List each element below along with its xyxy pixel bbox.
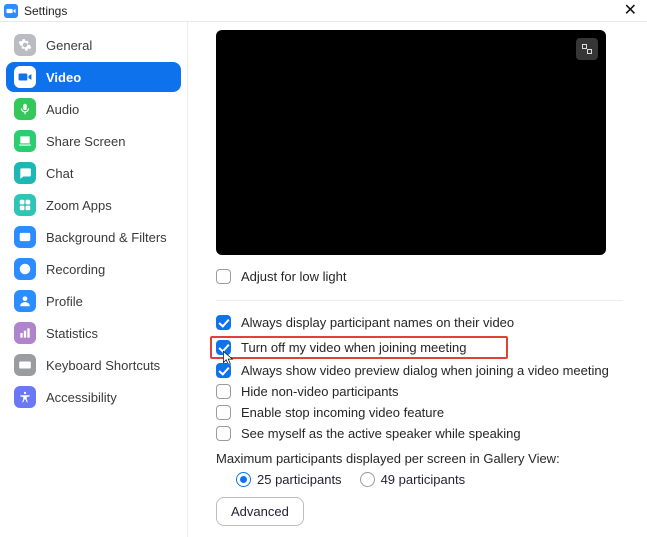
option-turn_off_video[interactable]: Turn off my video when joining meeting	[216, 340, 502, 355]
show_preview-label: Always show video preview dialog when jo…	[241, 363, 609, 378]
video-preview	[216, 30, 606, 255]
zoom-app-icon	[4, 4, 18, 18]
apps-icon	[14, 194, 36, 216]
a11y-icon	[14, 386, 36, 408]
sidebar-item-apps[interactable]: Zoom Apps	[6, 190, 181, 220]
sidebar-item-label: Audio	[46, 102, 79, 117]
display_names-label: Always display participant names on thei…	[241, 315, 514, 330]
sidebar-item-label: Keyboard Shortcuts	[46, 358, 160, 373]
sidebar-item-label: Video	[46, 70, 81, 85]
sidebar-item-a11y[interactable]: Accessibility	[6, 382, 181, 412]
see_self_active-checkbox[interactable]	[216, 426, 231, 441]
bgfilters-icon	[14, 226, 36, 248]
stats-icon	[14, 322, 36, 344]
recording-icon	[14, 258, 36, 280]
see_self_active-label: See myself as the active speaker while s…	[241, 426, 521, 441]
sidebar-item-general[interactable]: General	[6, 30, 181, 60]
sidebar-item-label: Chat	[46, 166, 73, 181]
share-icon	[14, 130, 36, 152]
hide_nonvideo-checkbox[interactable]	[216, 384, 231, 399]
show_preview-checkbox[interactable]	[216, 363, 231, 378]
option-display_names[interactable]: Always display participant names on thei…	[216, 315, 623, 330]
radio-25-participants[interactable]: 25 participants	[236, 472, 342, 487]
option-show_preview[interactable]: Always show video preview dialog when jo…	[216, 363, 623, 378]
titlebar: Settings ✕	[0, 0, 647, 22]
chat-icon	[14, 162, 36, 184]
sidebar-item-video[interactable]: Video	[6, 62, 181, 92]
advanced-button[interactable]: Advanced	[216, 497, 304, 526]
gallery-section-label: Maximum participants displayed per scree…	[216, 451, 623, 466]
profile-icon	[14, 290, 36, 312]
sidebar-item-label: Statistics	[46, 326, 98, 341]
sidebar-item-keyboard[interactable]: Keyboard Shortcuts	[6, 350, 181, 380]
sidebar-item-label: Accessibility	[46, 390, 117, 405]
radio-25-input[interactable]	[236, 472, 251, 487]
highlight-box: Turn off my video when joining meeting	[210, 336, 508, 359]
adjust-low-light-label: Adjust for low light	[241, 269, 347, 284]
adjust-low-light-row[interactable]: Adjust for low light	[216, 269, 623, 284]
sidebar-item-stats[interactable]: Statistics	[6, 318, 181, 348]
sidebar: General Video Audio Share Screen Chat Zoom Ap…	[0, 22, 188, 537]
sidebar-item-label: Share Screen	[46, 134, 126, 149]
radio-49-input[interactable]	[360, 472, 375, 487]
divider	[216, 300, 623, 301]
option-stop_incoming[interactable]: Enable stop incoming video feature	[216, 405, 623, 420]
hide_nonvideo-label: Hide non-video participants	[241, 384, 399, 399]
radio-49-label: 49 participants	[381, 472, 466, 487]
video-icon	[14, 66, 36, 88]
sidebar-item-label: Recording	[46, 262, 105, 277]
option-hide_nonvideo[interactable]: Hide non-video participants	[216, 384, 623, 399]
sidebar-item-share[interactable]: Share Screen	[6, 126, 181, 156]
gallery-radio-group: 25 participants 49 participants	[236, 472, 623, 487]
sidebar-item-label: General	[46, 38, 92, 53]
radio-49-participants[interactable]: 49 participants	[360, 472, 466, 487]
sidebar-item-chat[interactable]: Chat	[6, 158, 181, 188]
window-title: Settings	[24, 4, 67, 18]
close-icon[interactable]: ✕	[618, 3, 643, 19]
sidebar-item-label: Zoom Apps	[46, 198, 112, 213]
option-see_self_active[interactable]: See myself as the active speaker while s…	[216, 426, 623, 441]
sidebar-item-bgfilters[interactable]: Background & Filters	[6, 222, 181, 252]
turn_off_video-checkbox[interactable]	[216, 340, 231, 355]
sidebar-item-label: Background & Filters	[46, 230, 167, 245]
keyboard-icon	[14, 354, 36, 376]
radio-25-label: 25 participants	[257, 472, 342, 487]
content-panel: Adjust for low light Always display part…	[188, 22, 647, 537]
sidebar-item-audio[interactable]: Audio	[6, 94, 181, 124]
stop_incoming-label: Enable stop incoming video feature	[241, 405, 444, 420]
adjust-low-light-checkbox[interactable]	[216, 269, 231, 284]
sidebar-item-profile[interactable]: Profile	[6, 286, 181, 316]
audio-icon	[14, 98, 36, 120]
sidebar-item-recording[interactable]: Recording	[6, 254, 181, 284]
sidebar-item-label: Profile	[46, 294, 83, 309]
turn_off_video-label: Turn off my video when joining meeting	[241, 340, 466, 355]
display_names-checkbox[interactable]	[216, 315, 231, 330]
general-icon	[14, 34, 36, 56]
stop_incoming-checkbox[interactable]	[216, 405, 231, 420]
fullscreen-icon[interactable]	[576, 38, 598, 60]
